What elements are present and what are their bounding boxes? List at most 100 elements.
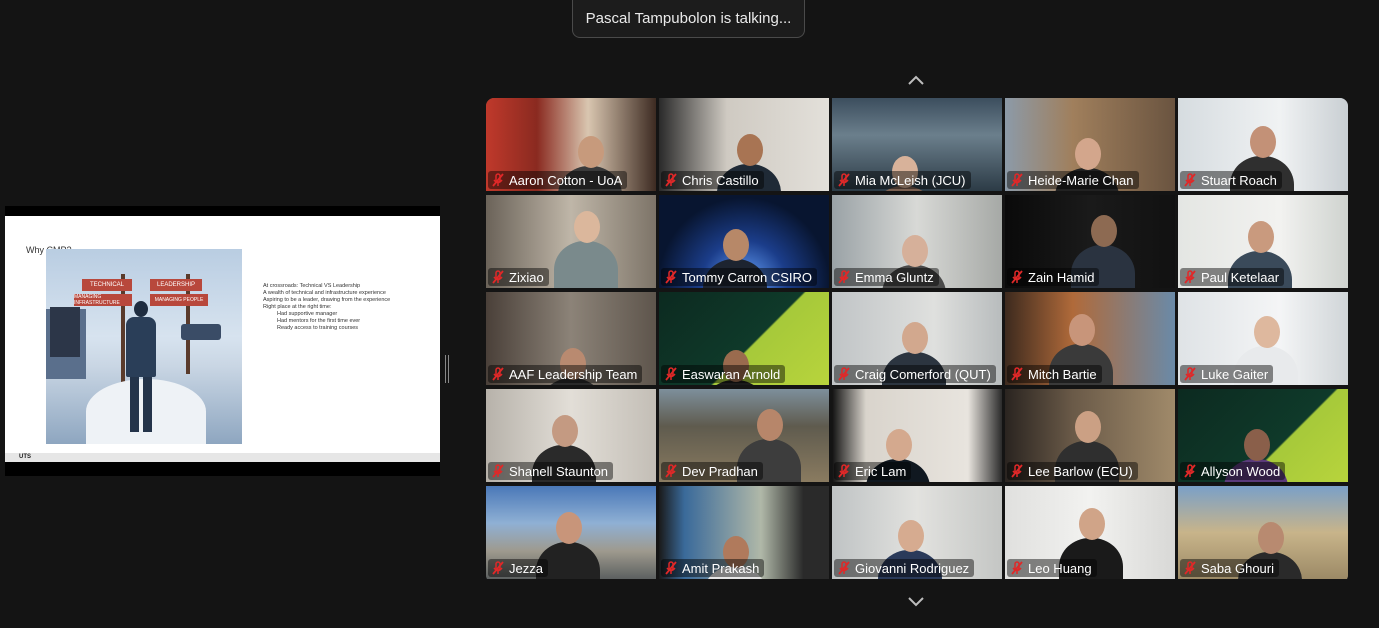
mic-muted-icon [838, 173, 850, 187]
participant-name: Shanell Staunton [509, 463, 609, 479]
mic-muted-icon [838, 367, 850, 381]
mic-muted-icon [1011, 270, 1023, 284]
participant-nameplate: Mitch Bartie [1007, 365, 1102, 383]
participant-tile[interactable]: Aaron Cotton - UoA [486, 98, 656, 191]
participant-name: Easwaran Arnold [682, 366, 781, 382]
participant-face [1075, 138, 1101, 170]
participant-name: Emma Gluntz [855, 269, 934, 285]
slide-sign-infrastructure: MANAGING INFRASTRUCTURE [74, 294, 132, 306]
mic-muted-icon [1011, 464, 1023, 478]
participant-tile[interactable]: Emma Gluntz [832, 195, 1002, 288]
participant-nameplate: Amit Prakash [661, 559, 765, 577]
participant-name: Craig Comerford (QUT) [855, 366, 991, 382]
participant-tile[interactable]: Stuart Roach [1178, 98, 1348, 191]
participant-name: Eric Lam [855, 463, 907, 479]
participant-face [578, 136, 604, 168]
participant-name: Zixiao [509, 269, 544, 285]
participant-tile[interactable]: Paul Ketelaar [1178, 195, 1348, 288]
participant-tile[interactable]: Luke Gaiter [1178, 292, 1348, 385]
participant-nameplate: Craig Comerford (QUT) [834, 365, 996, 383]
participant-tile[interactable]: Shanell Staunton [486, 389, 656, 482]
participant-tile[interactable]: Zain Hamid [1005, 195, 1175, 288]
participant-tile[interactable]: Jezza [486, 486, 656, 579]
gallery-page-down-button[interactable] [896, 587, 936, 617]
participant-tile[interactable]: AAF Leadership Team [486, 292, 656, 385]
gallery-page-up-button[interactable] [896, 65, 936, 95]
slide-sub-bullet: Had supportive manager [277, 311, 338, 317]
participant-nameplate: Easwaran Arnold [661, 365, 786, 383]
participant-nameplate: Emma Gluntz [834, 268, 939, 286]
participant-face [757, 409, 783, 441]
participant-tile[interactable]: Allyson Wood [1178, 389, 1348, 482]
participant-face [898, 520, 924, 552]
participant-face [1250, 126, 1276, 158]
participant-face [1258, 522, 1284, 554]
mic-muted-icon [1011, 367, 1023, 381]
participant-face [1069, 314, 1095, 346]
participant-tile[interactable]: Amit Prakash [659, 486, 829, 579]
participant-name: Mia McLeish (JCU) [855, 172, 966, 188]
participant-tile[interactable]: Zixiao [486, 195, 656, 288]
slide-sign-technical: TECHNICAL [82, 279, 132, 291]
participant-tile[interactable]: Chris Castillo [659, 98, 829, 191]
participant-name: Allyson Wood [1201, 463, 1281, 479]
participant-name: Saba Ghouri [1201, 560, 1274, 576]
participant-tile[interactable]: Dev Pradhan [659, 389, 829, 482]
active-speaker-text: Pascal Tampubolon is talking... [585, 10, 792, 27]
participant-name: Amit Prakash [682, 560, 760, 576]
participant-name: Luke Gaiter [1201, 366, 1269, 382]
participant-name: Jezza [509, 560, 543, 576]
participant-nameplate: Mia McLeish (JCU) [834, 171, 971, 189]
participant-nameplate: Giovanni Rodriguez [834, 559, 975, 577]
participant-tile[interactable]: Easwaran Arnold [659, 292, 829, 385]
active-speaker-toast: Pascal Tampubolon is talking... [572, 0, 805, 38]
split-view-resize-handle[interactable] [445, 355, 449, 383]
participant-nameplate: Saba Ghouri [1180, 559, 1279, 577]
mic-muted-icon [492, 561, 504, 575]
participant-name: Leo Huang [1028, 560, 1092, 576]
participant-tile[interactable]: Saba Ghouri [1178, 486, 1348, 579]
mic-muted-icon [838, 270, 850, 284]
participant-nameplate: Tommy Carron CSIRO [661, 268, 818, 286]
participant-face [552, 415, 578, 447]
participant-nameplate: Dev Pradhan [661, 462, 763, 480]
participant-nameplate: Shanell Staunton [488, 462, 614, 480]
participant-body [554, 241, 618, 288]
mic-muted-icon [665, 367, 677, 381]
participant-tile[interactable]: Heide-Marie Chan [1005, 98, 1175, 191]
participant-face [737, 134, 763, 166]
participant-gallery: Aaron Cotton - UoA Chris Castillo Mia McLe… [486, 98, 1348, 583]
participant-nameplate: Chris Castillo [661, 171, 764, 189]
participant-name: Zain Hamid [1028, 269, 1095, 285]
participant-tile[interactable]: Mitch Bartie [1005, 292, 1175, 385]
participant-tile[interactable]: Leo Huang [1005, 486, 1175, 579]
participant-name: Dev Pradhan [682, 463, 758, 479]
participant-face [1079, 508, 1105, 540]
participant-nameplate: Stuart Roach [1180, 171, 1282, 189]
participant-nameplate: Aaron Cotton - UoA [488, 171, 628, 189]
slide-sub-bullet: Had mentors for the first time ever [277, 318, 361, 324]
mic-muted-icon [1184, 173, 1196, 187]
participant-name: Stuart Roach [1201, 172, 1277, 188]
participant-tile[interactable]: Lee Barlow (ECU) [1005, 389, 1175, 482]
slide-illustration: TECHNICAL LEADERSHIP MANAGING INFRASTRUC… [46, 249, 242, 444]
participant-face [723, 229, 749, 261]
participant-tile[interactable]: Tommy Carron CSIRO [659, 195, 829, 288]
uts-logo: UTS [19, 454, 31, 460]
participant-tile[interactable]: Mia McLeish (JCU) [832, 98, 1002, 191]
participant-tile[interactable]: Eric Lam [832, 389, 1002, 482]
mic-muted-icon [1011, 173, 1023, 187]
server-rack-graphic [50, 307, 80, 357]
participant-name: Lee Barlow (ECU) [1028, 463, 1133, 479]
mic-muted-icon [665, 173, 677, 187]
participant-nameplate: Allyson Wood [1180, 462, 1286, 480]
participant-face [574, 211, 600, 243]
participant-nameplate: Heide-Marie Chan [1007, 171, 1139, 189]
shared-screen[interactable]: Why CMP? TECHNICAL LEADERSHIP MANAGING I… [5, 206, 440, 476]
participant-tile[interactable]: Craig Comerford (QUT) [832, 292, 1002, 385]
participant-name: Chris Castillo [682, 172, 759, 188]
participant-nameplate: Eric Lam [834, 462, 912, 480]
mic-muted-icon [492, 173, 504, 187]
presentation-slide: Why CMP? TECHNICAL LEADERSHIP MANAGING I… [5, 216, 440, 462]
participant-tile[interactable]: Giovanni Rodriguez [832, 486, 1002, 579]
